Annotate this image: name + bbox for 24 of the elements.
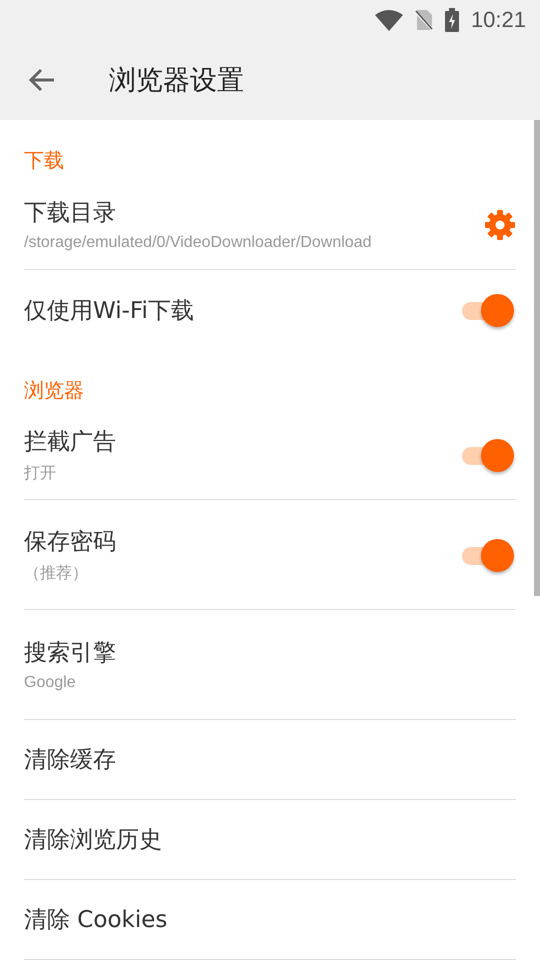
setting-summary: （推荐） [24, 564, 89, 584]
setting-summary: /storage/emulated/0/VideoDownloader/Download [24, 234, 372, 252]
toggle-switch[interactable] [460, 292, 514, 328]
setting-title[interactable]: 搜索引擎 [24, 637, 516, 668]
setting-title[interactable]: 保存密码 [24, 526, 460, 556]
settings-icon[interactable] [484, 208, 516, 240]
section-header: 浏览器 [24, 378, 84, 402]
setting-summary: 打开 [24, 464, 57, 484]
wifi-icon [374, 9, 403, 31]
setting-title[interactable]: 拦截广告 [24, 426, 460, 456]
battery-charging-icon [444, 8, 459, 32]
setting-title[interactable]: 清除 Cookies [24, 904, 516, 935]
page-title: 浏览器设置 [109, 64, 244, 98]
toggle-switch[interactable] [460, 436, 514, 472]
setting-title[interactable]: 仅使用Wi-Fi下载 [24, 294, 460, 326]
no-sim-icon [414, 9, 433, 31]
section-header: 下载 [24, 148, 64, 172]
setting-summary: Google [24, 674, 77, 692]
setting-title[interactable]: 下载目录 [24, 197, 484, 228]
setting-title[interactable]: 清除浏览历史 [24, 824, 516, 855]
status-time: 10:21 [470, 7, 526, 33]
back-arrow-icon[interactable] [29, 68, 55, 92]
toggle-switch[interactable] [460, 536, 514, 572]
setting-title[interactable]: 清除缓存 [24, 744, 516, 775]
